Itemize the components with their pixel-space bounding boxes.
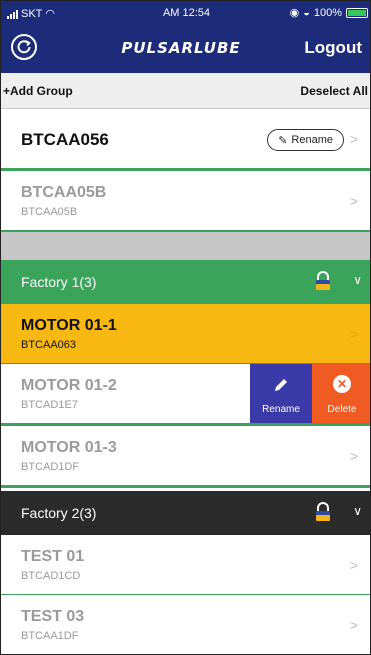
- app-bar: PULSARLUBE Logout: [1, 25, 370, 73]
- rename-button[interactable]: ✎ Rename: [267, 129, 344, 151]
- deselect-all-button[interactable]: Deselect All: [300, 84, 368, 98]
- status-bar: SKT ◠ AM 12:54 ◉ ◒ 100%: [1, 1, 370, 25]
- action-toolbar: +Add Group Deselect All: [1, 73, 370, 109]
- device-name: MOTOR 01-1: [21, 317, 117, 334]
- list-item[interactable]: TEST 03 BTCAA1DF >: [1, 595, 370, 654]
- group-title: Factory 1(3): [21, 274, 97, 290]
- rotation-lock-icon: ◉: [289, 7, 300, 19]
- lock-icon[interactable]: [314, 502, 332, 522]
- device-name: MOTOR 01-3: [21, 439, 117, 456]
- device-id: BTCAA05B: [21, 206, 78, 218]
- device-id: BTCAD1DF: [21, 461, 80, 473]
- chevron-right-icon: >: [349, 131, 358, 147]
- logout-button[interactable]: Logout: [304, 38, 362, 58]
- device-name: TEST 03: [21, 608, 85, 625]
- close-circle-icon: ✕: [333, 375, 351, 393]
- chevron-right-icon: >: [349, 193, 358, 209]
- device-name: TEST 01: [21, 548, 85, 565]
- chevron-right-icon: >: [349, 448, 358, 464]
- chevron-down-icon[interactable]: ∨: [353, 273, 362, 287]
- lock-icon[interactable]: [314, 271, 332, 291]
- device-name: BTCAA056: [21, 130, 109, 149]
- battery-icon: [346, 7, 368, 18]
- rename-label: Rename: [291, 134, 333, 146]
- list-item[interactable]: TEST 01 BTCAD1CD >: [1, 535, 370, 597]
- swipe-delete-label: Delete: [327, 404, 357, 415]
- pencil-icon: ✎: [278, 134, 288, 147]
- chevron-down-icon[interactable]: ∨: [353, 504, 362, 518]
- chevron-right-icon: >: [349, 326, 358, 342]
- section-divider: [1, 232, 370, 260]
- device-id: BTCAA063: [21, 339, 77, 351]
- device-id: BTCAA1DF: [21, 630, 79, 642]
- device-id: BTCAD1E7: [21, 399, 78, 411]
- group-title: Factory 2(3): [21, 505, 97, 521]
- battery-percent: 100%: [313, 6, 342, 19]
- status-right: ◉ ◒ 100%: [290, 6, 368, 19]
- add-group-button[interactable]: +Add Group: [3, 84, 73, 98]
- device-name: BTCAA05B: [21, 184, 107, 201]
- device-name: MOTOR 01-2: [21, 377, 117, 394]
- list-item[interactable]: BTCAA056 ✎ Rename >: [1, 109, 370, 171]
- list-item[interactable]: BTCAA05B BTCAA05B >: [1, 171, 370, 233]
- swipe-rename-label: Rename: [262, 404, 300, 415]
- brand-logo: PULSARLUBE: [121, 39, 241, 57]
- list-item[interactable]: MOTOR 01-3 BTCAD1DF >: [1, 426, 370, 488]
- group-header-factory-1[interactable]: Factory 1(3) ∨: [1, 260, 370, 304]
- refresh-icon[interactable]: [11, 34, 37, 60]
- list-item[interactable]: MOTOR 01-1 BTCAA063 >: [1, 304, 370, 366]
- swipe-rename-button[interactable]: Rename: [250, 364, 312, 423]
- pencil-icon: [275, 379, 287, 391]
- group-header-factory-2[interactable]: Factory 2(3) ∨: [1, 491, 370, 535]
- swipe-delete-button[interactable]: ✕ Delete: [312, 364, 370, 423]
- device-id: BTCAD1CD: [21, 570, 81, 582]
- header: SKT ◠ AM 12:54 ◉ ◒ 100% PULSARLUBE Logou…: [1, 1, 370, 73]
- chevron-right-icon: >: [349, 617, 358, 633]
- alarm-icon: ◒: [303, 6, 310, 19]
- chevron-right-icon: >: [349, 557, 358, 573]
- app-screen: SKT ◠ AM 12:54 ◉ ◒ 100% PULSARLUBE Logou…: [0, 0, 371, 655]
